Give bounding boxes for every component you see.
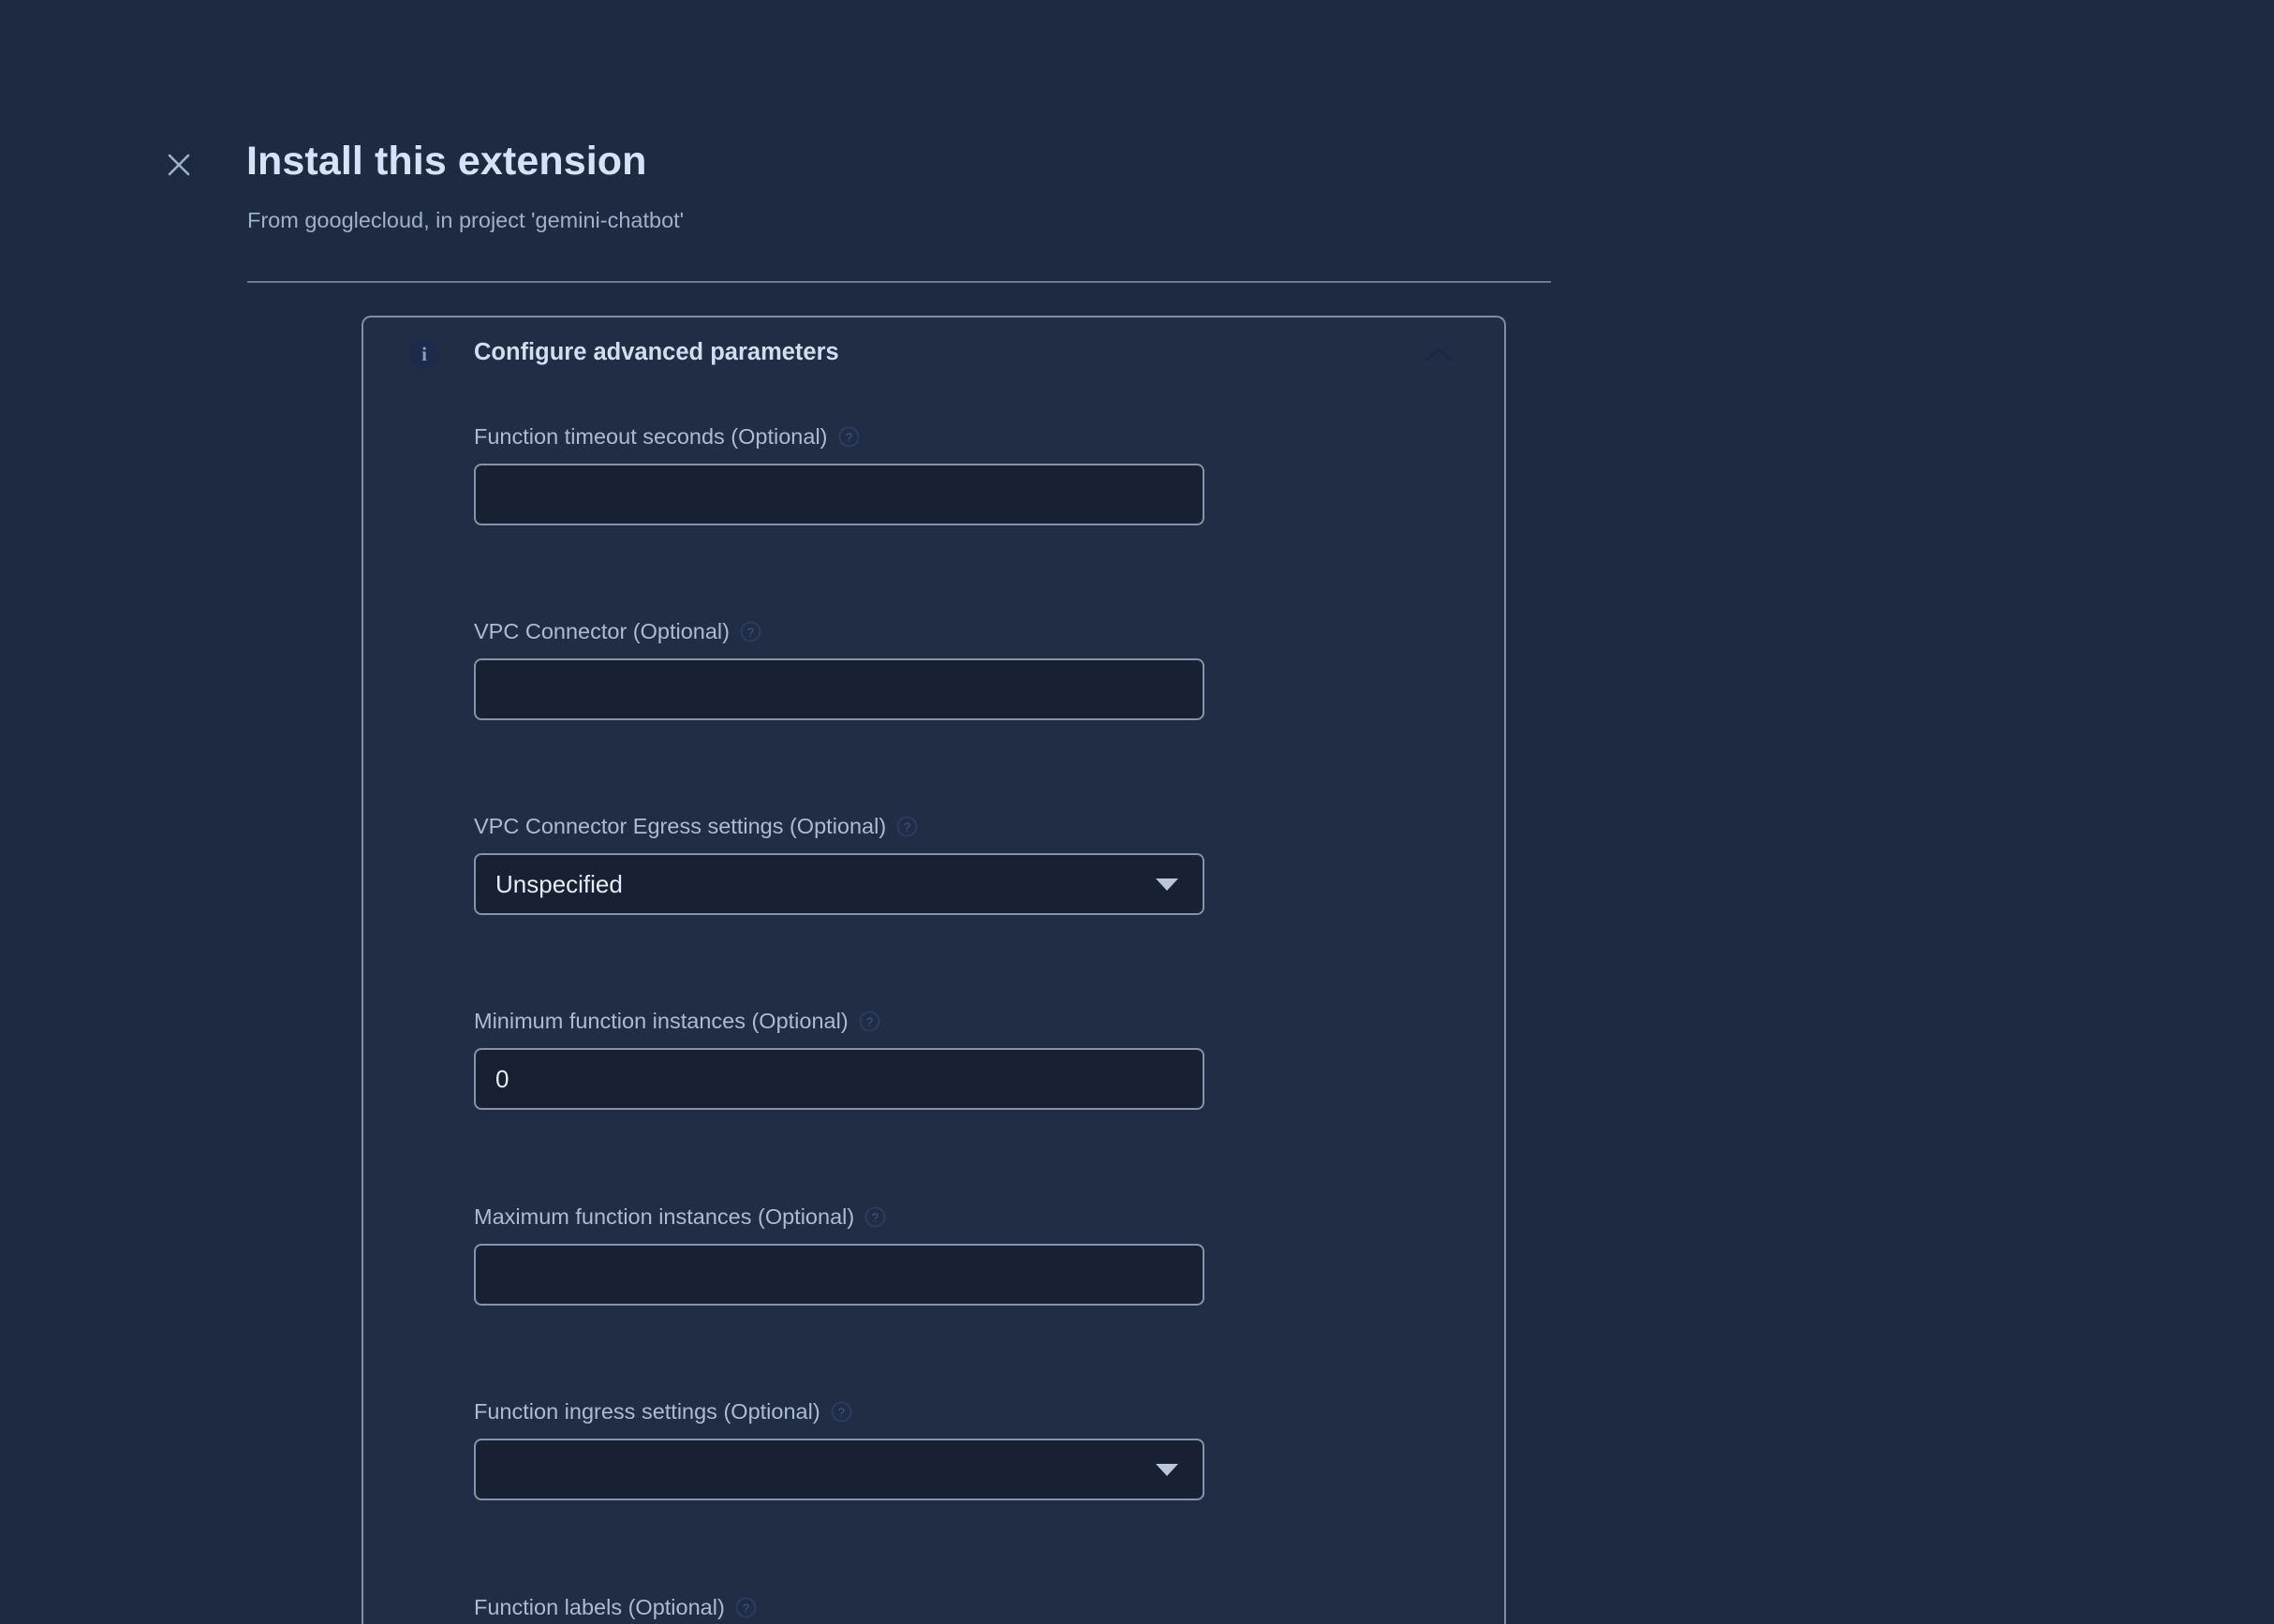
- vpc-connector-egress-settings-select[interactable]: Unspecified: [474, 853, 1204, 916]
- chevron-down-icon: [1156, 1463, 1178, 1476]
- field-label: Function labels (Optional) ?: [474, 1594, 1204, 1620]
- svg-text:?: ?: [872, 1210, 879, 1224]
- header-divider: [247, 281, 1551, 283]
- help-circle-icon[interactable]: ?: [838, 426, 860, 448]
- page-subtitle: From googlecloud, in project 'gemini-cha…: [247, 208, 685, 232]
- field-function-labels: Function labels (Optional) ?: [474, 1594, 1204, 1620]
- field-vpc-connector-egress-settings: VPC Connector Egress settings (Optional)…: [474, 813, 1204, 916]
- field-label-text: Function ingress settings (Optional): [474, 1399, 820, 1424]
- field-label-text: VPC Connector (Optional): [474, 619, 730, 643]
- field-label: Minimum function instances (Optional) ?: [474, 1008, 1204, 1034]
- chevron-up-icon: [1425, 347, 1453, 362]
- field-vpc-connector: VPC Connector (Optional) ?: [474, 618, 1204, 721]
- info-icon-glyph: i: [421, 342, 427, 365]
- svg-text:?: ?: [743, 1601, 749, 1615]
- vpc-connector-input[interactable]: [474, 658, 1204, 721]
- svg-text:?: ?: [904, 819, 910, 834]
- field-label: Function timeout seconds (Optional) ?: [474, 423, 1204, 450]
- field-label: VPC Connector (Optional) ?: [474, 618, 1204, 644]
- card-title: Configure advanced parameters: [474, 339, 839, 365]
- function-timeout-seconds-input[interactable]: [474, 464, 1204, 526]
- field-label-text: Function timeout seconds (Optional): [474, 424, 828, 449]
- collapse-section-button[interactable]: [1417, 339, 1460, 371]
- field-label: VPC Connector Egress settings (Optional)…: [474, 813, 1204, 839]
- install-extension-page: Install this extension From googlecloud,…: [0, 0, 2274, 1624]
- function-ingress-settings-select[interactable]: [474, 1439, 1204, 1501]
- maximum-function-instances-input[interactable]: [474, 1244, 1204, 1307]
- field-maximum-function-instances: Maximum function instances (Optional) ?: [474, 1203, 1204, 1307]
- close-button[interactable]: [157, 143, 200, 186]
- svg-text:?: ?: [866, 1014, 873, 1028]
- svg-text:?: ?: [845, 430, 851, 444]
- help-circle-icon[interactable]: ?: [896, 816, 918, 837]
- field-label-text: Maximum function instances (Optional): [474, 1204, 855, 1229]
- close-icon: [168, 154, 190, 176]
- svg-text:?: ?: [838, 1405, 845, 1419]
- field-label-text: Minimum function instances (Optional): [474, 1009, 849, 1033]
- field-function-timeout-seconds: Function timeout seconds (Optional) ?: [474, 423, 1204, 526]
- help-circle-icon[interactable]: ?: [859, 1011, 880, 1032]
- minimum-function-instances-input[interactable]: 0: [474, 1048, 1204, 1111]
- field-label-text: VPC Connector Egress settings (Optional): [474, 814, 887, 838]
- field-label: Maximum function instances (Optional) ?: [474, 1203, 1204, 1230]
- help-circle-icon[interactable]: ?: [864, 1206, 886, 1228]
- info-icon: i: [409, 339, 439, 369]
- field-label-text: Function labels (Optional): [474, 1595, 725, 1619]
- field-label: Function ingress settings (Optional) ?: [474, 1398, 1204, 1425]
- field-minimum-function-instances: Minimum function instances (Optional) ? …: [474, 1008, 1204, 1111]
- chevron-down-icon: [1156, 878, 1178, 891]
- page-title: Install this extension: [246, 139, 647, 184]
- svg-text:?: ?: [747, 625, 754, 639]
- input-value: 0: [495, 1065, 509, 1094]
- help-circle-icon[interactable]: ?: [831, 1401, 852, 1423]
- select-value: Unspecified: [495, 870, 623, 899]
- help-circle-icon[interactable]: ?: [740, 621, 761, 642]
- field-function-ingress-settings: Function ingress settings (Optional) ?: [474, 1398, 1204, 1501]
- help-circle-icon[interactable]: ?: [735, 1597, 757, 1618]
